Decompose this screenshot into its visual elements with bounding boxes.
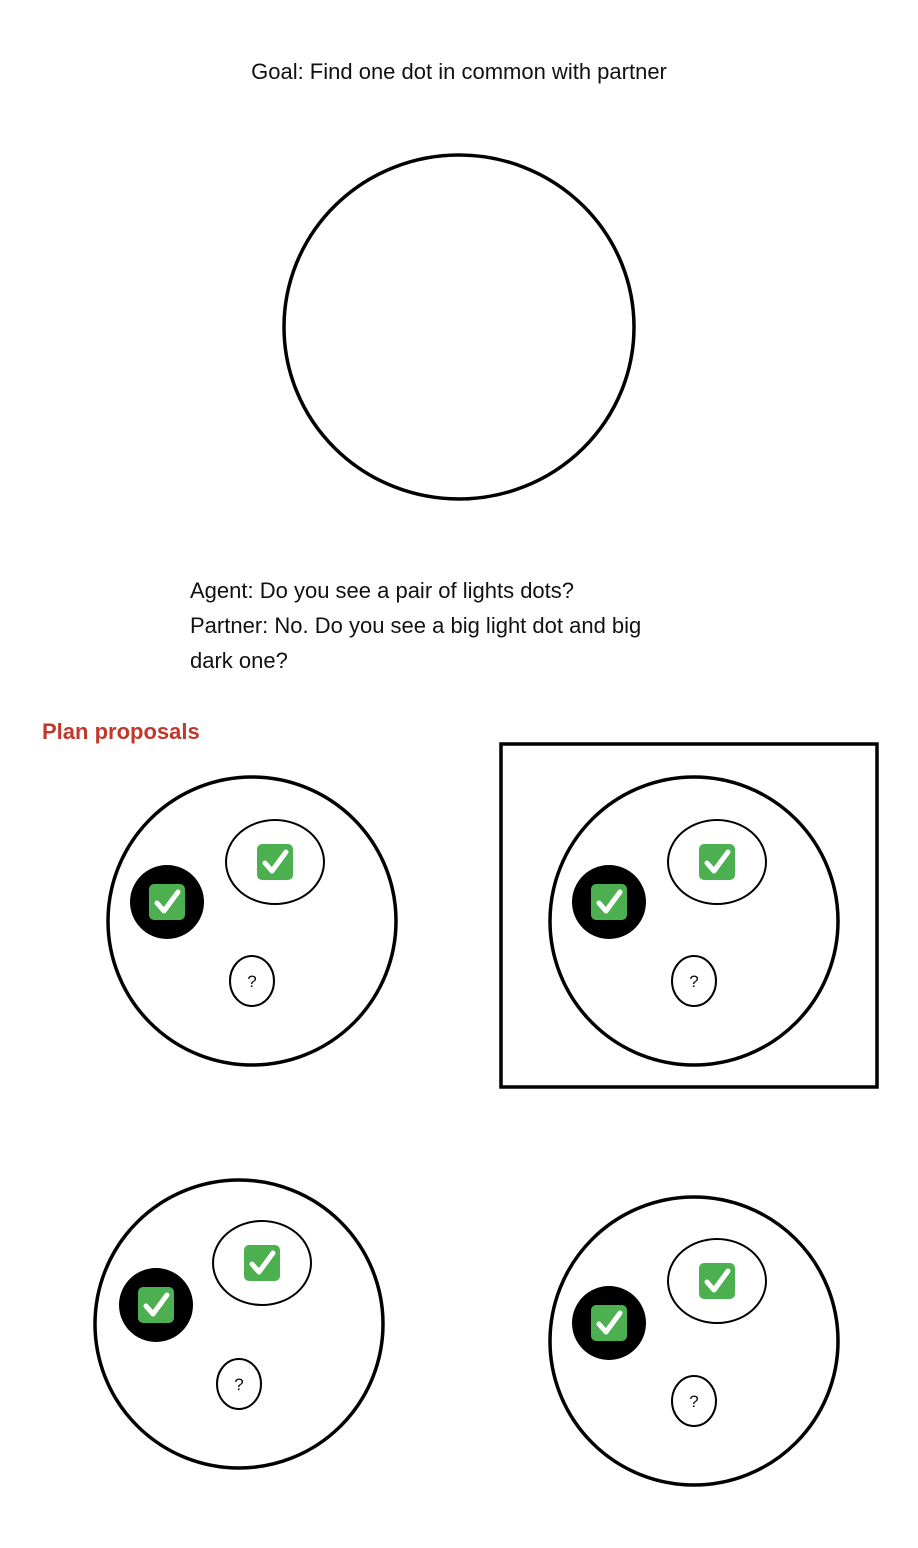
plan-diagram: Goal: Find one dot in common with partne… (42, 59, 879, 1487)
partner-view-circle (282, 153, 636, 501)
plan-proposal-4: ? (548, 1195, 840, 1487)
partner-utterance: Partner: No. Do you see a big light dot … (190, 613, 641, 638)
check-icon (591, 1305, 627, 1341)
check-icon (699, 1263, 735, 1299)
check-icon (257, 844, 293, 880)
check-icon (149, 884, 185, 920)
plan-proposal-3: ? (93, 1178, 385, 1470)
plan-proposal-1: ? (106, 775, 398, 1067)
section-title: Plan proposals (42, 719, 200, 744)
check-icon (591, 884, 627, 920)
goal-text: Goal: Find one dot in common with partne… (251, 59, 667, 84)
check-icon (138, 1287, 174, 1323)
unknown-mark: ? (247, 972, 256, 991)
check-icon (244, 1245, 280, 1281)
check-icon (699, 844, 735, 880)
selected-proposal-box (499, 742, 879, 1089)
agent-utterance: Agent: Do you see a pair of lights dots? (190, 578, 574, 603)
unknown-mark: ? (689, 972, 698, 991)
plan-proposal-2: ? (499, 742, 879, 1089)
unknown-mark: ? (689, 1392, 698, 1411)
plan-proposals: ???? (93, 742, 879, 1487)
unknown-mark: ? (234, 1375, 243, 1394)
partner-utterance-continued: dark one? (190, 648, 288, 673)
